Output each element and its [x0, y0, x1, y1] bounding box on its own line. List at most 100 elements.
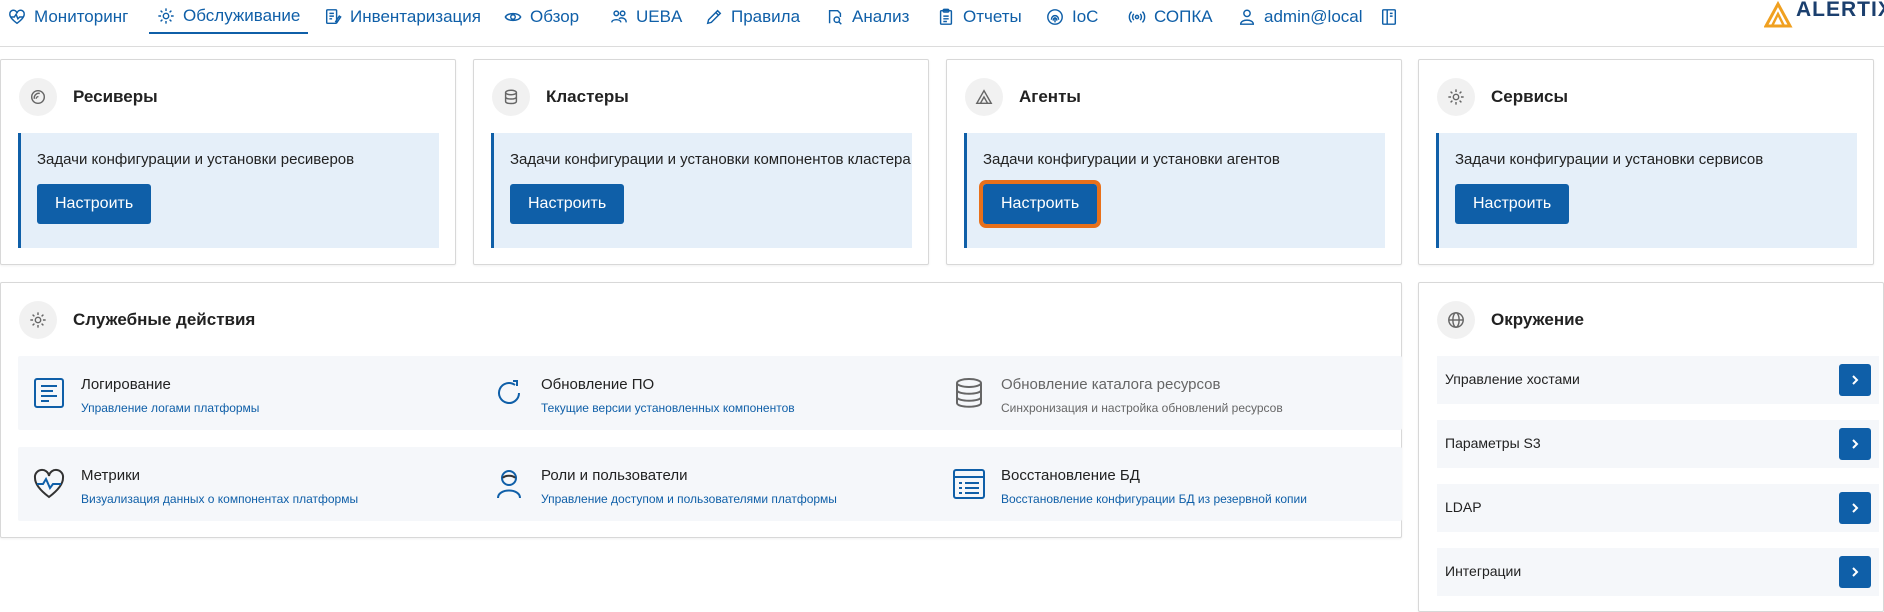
database-icon [504, 89, 518, 105]
card-description: Задачи конфигурации и установки сервисов [1455, 151, 1764, 168]
env-item-open-button[interactable] [1839, 556, 1871, 588]
database-stack-icon [956, 378, 982, 408]
env-item-open-button[interactable] [1839, 492, 1871, 524]
card-icon-wrap [19, 301, 57, 339]
card-agents: Агенты Задачи конфигурации и установки а… [946, 59, 1402, 265]
env-item-label: LDAP [1445, 499, 1482, 515]
nav-label: Инвентаризация [350, 7, 481, 26]
env-item-open-button[interactable] [1839, 364, 1871, 396]
nav-label: Мониторинг [34, 7, 129, 26]
list-icon [953, 469, 985, 499]
refresh-icon [498, 380, 520, 404]
service-item-title: Обновление каталога ресурсов [1001, 376, 1221, 393]
nav-item-user[interactable]: admin@local [1238, 0, 1363, 34]
nav-label: Обзор [530, 7, 580, 26]
agent-icon [975, 89, 993, 105]
chevron-right-icon [1852, 439, 1859, 449]
pencil-icon [706, 9, 722, 25]
receiver-icon [30, 89, 46, 105]
info-box: Задачи конфигурации и установки ресиверо… [18, 133, 439, 248]
card-title: Окружение [1491, 310, 1585, 329]
nav-item-analysis[interactable]: Анализ [826, 0, 909, 34]
service-item-subtitle: Управление логами платформы [81, 401, 260, 415]
broadcast-icon [1128, 11, 1146, 23]
nav-label: Отчеты [963, 7, 1022, 26]
nav-item-sopka[interactable]: СОПКА [1128, 0, 1213, 34]
chevron-right-icon [1852, 375, 1859, 385]
nav-item-maintenance[interactable]: Обслуживание [149, 0, 309, 34]
nav-label: IoC [1072, 7, 1099, 26]
service-item-metrics[interactable]: Метрики Визуализация данных о компонента… [18, 447, 482, 521]
configure-agents-button[interactable]: Настроить [978, 180, 1102, 228]
service-item-logging[interactable]: Логирование Управление логами платформы [18, 356, 482, 430]
gear-icon [30, 312, 46, 328]
top-navigation: Мониторинг Обслуживание Инвентаризация О… [0, 0, 1884, 47]
env-item-ldap[interactable]: LDAP [1437, 484, 1879, 532]
nav-label: admin@local [1264, 7, 1363, 26]
env-item-open-button[interactable] [1839, 428, 1871, 460]
log-icon [34, 378, 64, 408]
env-item-integrations[interactable]: Интеграции [1437, 548, 1879, 596]
info-box: Задачи конфигурации и установки компонен… [491, 133, 912, 248]
user-icon [1239, 9, 1255, 25]
nav-label: Правила [731, 7, 801, 26]
eye-icon [504, 12, 522, 22]
edit-list-icon [325, 9, 342, 25]
service-item-subtitle: Управление доступом и пользователями пла… [541, 492, 837, 506]
gear-icon [1448, 89, 1464, 105]
nav-item-overview[interactable]: Обзор [504, 0, 579, 34]
nav-label: Анализ [852, 7, 910, 26]
clipboard-icon [939, 8, 953, 25]
service-item-title: Восстановление БД [1001, 467, 1140, 484]
service-item-subtitle: Текущие версии установленных компонентов [541, 401, 795, 415]
env-item-s3[interactable]: Параметры S3 [1437, 420, 1879, 468]
nav-label: СОПКА [1154, 7, 1213, 26]
environment-card: Окружение Управление хостами Параметры S… [1418, 282, 1884, 612]
env-item-label: Параметры S3 [1445, 435, 1541, 451]
configure-services-button[interactable]: Настроить [1455, 184, 1570, 224]
card-icon-wrap [19, 78, 57, 116]
chevron-right-icon [1852, 503, 1859, 513]
card-receivers: Ресиверы Задачи конфигурации и установки… [0, 59, 456, 265]
card-icon-wrap [492, 78, 530, 116]
nav-item-ueba[interactable]: UEBA [610, 0, 682, 34]
card-description: Задачи конфигурации и установки ресиверо… [37, 151, 355, 168]
nav-label: Обслуживание [183, 6, 301, 25]
service-item-catalog-update[interactable]: Обновление каталога ресурсов Синхронизац… [938, 356, 1402, 430]
logo-text: ALERTIX [1796, 0, 1884, 21]
card-description: Задачи конфигурации и установки агентов [983, 151, 1280, 168]
nav-item-reports[interactable]: Отчеты [937, 0, 1022, 34]
book-icon [1381, 9, 1397, 25]
card-icon-wrap [965, 78, 1003, 116]
service-item-db-restore[interactable]: Восстановление БД Восстановление конфигу… [938, 447, 1402, 521]
card-icon-wrap [1437, 78, 1475, 116]
service-item-roles-users[interactable]: Роли и пользователи Управление доступом … [478, 447, 942, 521]
configure-clusters-button[interactable]: Настроить [510, 184, 625, 224]
service-item-subtitle: Визуализация данных о компонентах платфо… [81, 492, 359, 506]
user-role-icon [497, 470, 521, 499]
search-doc-icon [828, 9, 842, 25]
nav-item-inventory[interactable]: Инвентаризация [324, 0, 481, 34]
nav-item-monitoring[interactable]: Мониторинг [8, 0, 128, 34]
service-item-software-update[interactable]: Обновление ПО Текущие версии установленн… [478, 356, 942, 430]
nav-item-rules[interactable]: Правила [705, 0, 800, 34]
env-item-host-management[interactable]: Управление хостами [1437, 356, 1879, 404]
configure-receivers-button[interactable]: Настроить [37, 184, 152, 224]
env-item-label: Управление хостами [1445, 371, 1580, 387]
card-description: Задачи конфигурации и установки компонен… [510, 151, 911, 168]
help-button[interactable] [1380, 0, 1406, 34]
heartbeat-icon [9, 9, 25, 25]
gear-icon [158, 8, 174, 24]
card-clusters: Кластеры Задачи конфигурации и установки… [473, 59, 929, 265]
env-item-label: Интеграции [1445, 563, 1522, 579]
card-title: Агенты [1019, 87, 1081, 106]
globe-icon [1448, 312, 1464, 328]
service-actions-card: Служебные действия Логирование Управлени… [0, 282, 1402, 538]
service-item-subtitle: Синхронизация и настройка обновлений рес… [1001, 401, 1283, 415]
card-services: Сервисы Задачи конфигурации и установки … [1418, 59, 1874, 265]
users-icon [611, 10, 627, 23]
info-box: Задачи конфигурации и установки агентов … [964, 133, 1385, 248]
nav-item-ioc[interactable]: IoC [1046, 0, 1098, 34]
card-title: Ресиверы [73, 87, 158, 106]
card-title: Служебные действия [73, 310, 256, 329]
